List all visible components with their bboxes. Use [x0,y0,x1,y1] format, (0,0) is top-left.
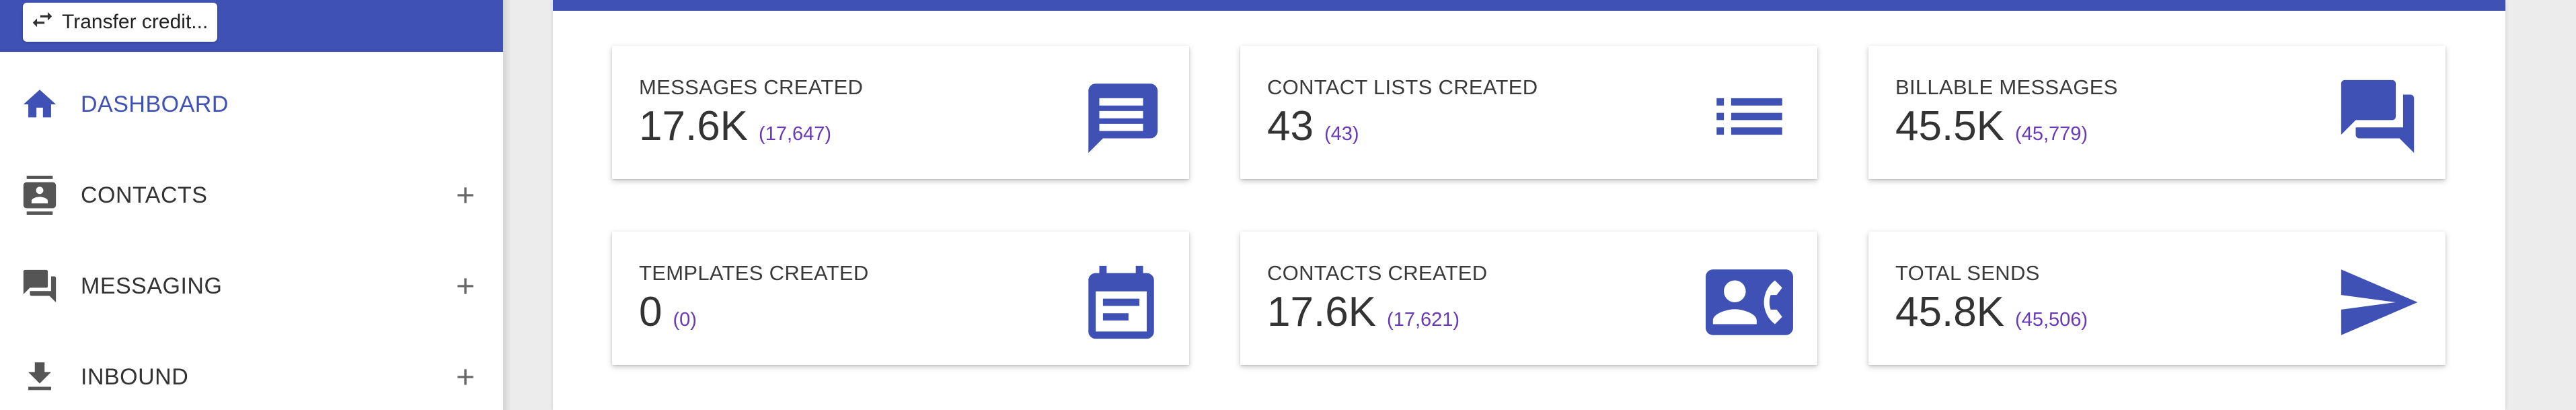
messaging-icon [20,267,59,306]
sidebar-item-label: MESSAGING [81,273,223,299]
sidebar-item-label: DASHBOARD [81,91,229,117]
card-value-short: 17.6K [1267,289,1377,335]
expand-plus-icon[interactable] [452,273,479,300]
expand-plus-icon[interactable] [452,182,479,209]
sidebar-item-dashboard[interactable]: DASHBOARD [0,67,503,141]
card-title: TEMPLATES CREATED [639,261,869,285]
swap-icon [30,7,55,38]
card-title: CONTACT LISTS CREATED [1267,75,1538,99]
page-scrollbar-track[interactable] [2521,0,2576,410]
panel-top-bar [553,0,2505,11]
card-value: 0 (0) [639,288,697,336]
dashboard-panel: MESSAGES CREATED 17.6K (17,647) CONTACT … [553,0,2505,410]
card-value-short: 17.6K [639,103,749,149]
forum-icon [2334,73,2421,160]
sidebar-item-label: INBOUND [81,364,189,390]
card-value-short: 45.8K [1895,289,2005,335]
card-value: 45.5K (45,779) [1895,102,2088,150]
card-value: 43 (43) [1267,102,1359,150]
card-value: 17.6K (17,621) [1267,288,1460,336]
sidebar-item-messaging[interactable]: MESSAGING [0,249,503,323]
stat-card-templates-created: TEMPLATES CREATED 0 (0) [612,232,1189,365]
stat-card-messages-created: MESSAGES CREATED 17.6K (17,647) [612,46,1189,179]
card-value: 45.8K (45,506) [1895,288,2088,336]
sidebar-item-label: CONTACTS [81,182,208,208]
message-icon [1077,73,1165,160]
card-value-exact: (0) [673,309,697,331]
contact-phone-icon [1706,259,1793,346]
expand-plus-icon[interactable] [452,364,479,390]
sidebar-item-inbound[interactable]: INBOUND [0,340,503,410]
card-value-short: 0 [639,289,662,335]
download-icon [20,357,59,397]
card-value: 17.6K (17,647) [639,102,831,150]
card-value-exact: (17,647) [759,123,832,145]
calendar-icon [1077,259,1165,346]
card-value-exact: (17,621) [1387,309,1460,331]
card-value-exact: (45,779) [2015,123,2088,145]
list-icon [1706,73,1793,160]
transfer-credit-label: Transfer credit... [62,11,209,33]
home-icon [20,85,59,124]
card-value-exact: (43) [1324,123,1359,145]
stat-card-total-sends: TOTAL SENDS 45.8K (45,506) [1868,232,2446,365]
card-title: BILLABLE MESSAGES [1895,75,2118,99]
contacts-icon [20,176,59,215]
sidebar-item-contacts[interactable]: CONTACTS [0,158,503,232]
stat-card-billable-messages: BILLABLE MESSAGES 45.5K (45,779) [1868,46,2446,179]
stat-card-contact-lists-created: CONTACT LISTS CREATED 43 (43) [1240,46,1817,179]
card-title: TOTAL SENDS [1895,261,2040,285]
card-value-exact: (45,506) [2015,309,2088,331]
stat-card-contacts-created: CONTACTS CREATED 17.6K (17,621) [1240,232,1817,365]
send-icon [2334,259,2421,346]
sidebar: Transfer credit... DASHBOARD CONTACTS ME… [0,0,503,410]
card-title: MESSAGES CREATED [639,75,864,99]
card-value-short: 45.5K [1895,103,2005,149]
card-value-short: 43 [1267,103,1314,149]
sidebar-shadow [503,0,511,410]
card-title: CONTACTS CREATED [1267,261,1488,285]
transfer-credit-button[interactable]: Transfer credit... [23,3,218,42]
sidebar-header: Transfer credit... [0,0,503,52]
